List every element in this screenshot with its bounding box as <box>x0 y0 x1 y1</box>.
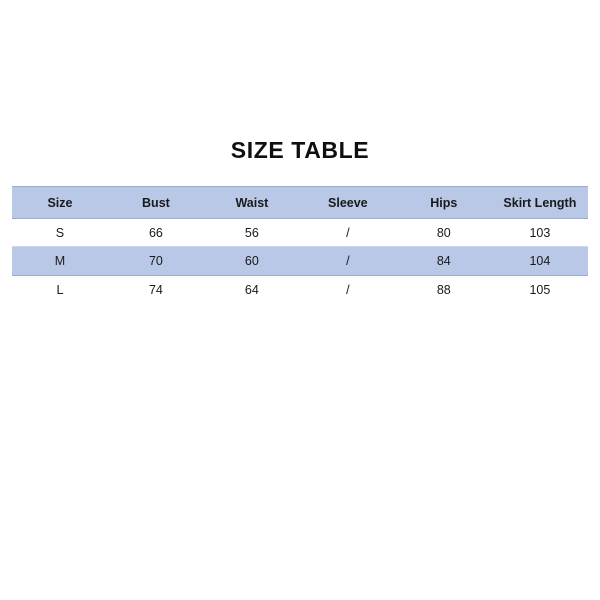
cell-skirt-length: 104 <box>491 246 588 276</box>
column-header-bust: Bust <box>107 186 204 219</box>
size-chart-page: SIZE TABLE Size Bust Waist Sleeve Hips S… <box>0 0 600 600</box>
table-row: S 66 56 / 80 103 <box>12 218 588 247</box>
table-row: L 74 64 / 88 105 <box>12 275 588 303</box>
cell-size: L <box>12 275 108 303</box>
column-header-sleeve: Sleeve <box>299 186 396 219</box>
cell-sleeve: / <box>299 246 396 276</box>
table-header-row: Size Bust Waist Sleeve Hips Skirt Length <box>12 186 588 219</box>
cell-bust: 66 <box>107 218 204 247</box>
cell-hips: 88 <box>395 275 492 303</box>
cell-waist: 60 <box>203 246 300 276</box>
cell-skirt-length: 103 <box>491 218 588 247</box>
size-table-container: Size Bust Waist Sleeve Hips Skirt Length… <box>12 186 588 303</box>
table-row: M 70 60 / 84 104 <box>12 246 588 276</box>
cell-sleeve: / <box>299 218 396 247</box>
cell-size: S <box>12 218 108 247</box>
cell-waist: 64 <box>203 275 300 303</box>
column-header-waist: Waist <box>203 186 300 219</box>
size-table-body: S 66 56 / 80 103 M 70 60 / 84 104 L 74 6… <box>12 218 588 303</box>
cell-hips: 84 <box>395 246 492 276</box>
cell-bust: 70 <box>107 246 204 276</box>
cell-skirt-length: 105 <box>491 275 588 303</box>
column-header-size: Size <box>12 186 108 219</box>
column-header-hips: Hips <box>395 186 492 219</box>
cell-hips: 80 <box>395 218 492 247</box>
cell-sleeve: / <box>299 275 396 303</box>
column-header-skirt-length: Skirt Length <box>491 186 588 219</box>
size-table: Size Bust Waist Sleeve Hips Skirt Length… <box>12 186 588 303</box>
cell-size: M <box>12 246 108 276</box>
cell-bust: 74 <box>107 275 204 303</box>
cell-waist: 56 <box>203 218 300 247</box>
size-table-head: Size Bust Waist Sleeve Hips Skirt Length <box>12 186 588 219</box>
page-title: SIZE TABLE <box>230 137 370 163</box>
